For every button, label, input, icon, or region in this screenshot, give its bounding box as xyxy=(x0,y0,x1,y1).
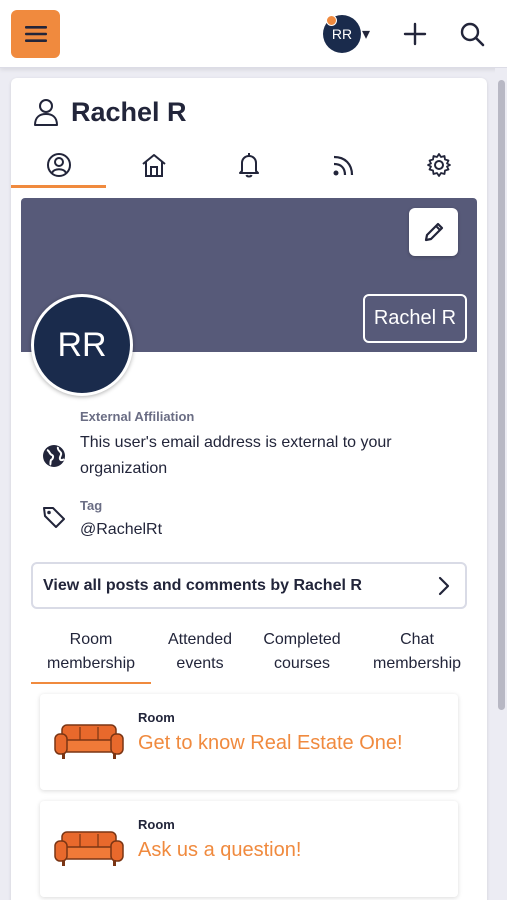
tab-settings[interactable] xyxy=(391,142,486,188)
chevron-right-icon xyxy=(438,576,450,596)
tag-label: Tag xyxy=(80,498,103,513)
gear-icon xyxy=(426,153,451,177)
tab-label-line1: Attended xyxy=(167,631,233,648)
room-kind-label: Room xyxy=(138,817,175,832)
tab-label-line2: membership xyxy=(46,655,136,672)
affiliation-label: External Affiliation xyxy=(80,409,195,424)
tab-attended-events[interactable]: Attended events xyxy=(157,628,243,676)
membership-tabs: Room membership Attended events Complete… xyxy=(11,628,487,684)
user-icon xyxy=(34,99,58,126)
notification-badge xyxy=(326,15,337,26)
tab-notifications[interactable] xyxy=(201,142,296,188)
tab-label-line2: membership xyxy=(372,655,462,672)
sofa-icon xyxy=(54,831,124,866)
scrollbar-thumb[interactable] xyxy=(498,80,505,710)
tab-label-line2: courses xyxy=(273,655,331,672)
tab-feed[interactable] xyxy=(296,142,391,188)
user-circle-icon xyxy=(46,153,71,177)
pencil-icon xyxy=(424,222,443,242)
affiliation-value: This user's email address is external to… xyxy=(80,434,392,477)
room-kind-label: Room xyxy=(138,710,175,725)
tab-chat-membership[interactable]: Chat membership xyxy=(367,628,467,676)
sofa-icon xyxy=(54,724,124,759)
tab-label-line2: events xyxy=(176,655,224,672)
edit-profile-button[interactable] xyxy=(409,208,458,256)
tab-home[interactable] xyxy=(106,142,201,188)
user-avatar-button[interactable]: RR xyxy=(323,15,361,53)
menu-button[interactable] xyxy=(11,10,60,58)
globe-icon xyxy=(43,445,65,467)
profile-card: Rachel R Rachel R RR External Affiliatio… xyxy=(11,78,487,900)
bell-icon xyxy=(238,153,259,178)
room-card[interactable]: Room Ask us a question! xyxy=(40,801,458,897)
room-name-link[interactable]: Get to know Real Estate One! xyxy=(138,732,403,755)
tab-label-line1: Chat xyxy=(400,631,434,648)
top-bar: RR ▾ xyxy=(0,0,507,68)
feed-icon xyxy=(333,155,353,176)
profile-header: Rachel R xyxy=(33,96,187,128)
home-icon xyxy=(141,154,166,177)
tab-room-membership[interactable]: Room membership xyxy=(31,628,151,684)
profile-avatar: RR xyxy=(31,294,133,396)
view-posts-button[interactable]: View all posts and comments by Rachel R xyxy=(31,562,467,609)
chevron-down-icon[interactable]: ▾ xyxy=(362,24,370,44)
room-card[interactable]: Room Get to know Real Estate One! xyxy=(40,694,458,790)
tab-profile[interactable] xyxy=(11,142,106,188)
tab-label-line1: Completed xyxy=(263,631,341,648)
tag-icon xyxy=(43,507,65,528)
search-icon[interactable] xyxy=(458,20,486,48)
page-title: Rachel R xyxy=(71,96,187,127)
hamburger-icon xyxy=(24,26,47,42)
plus-icon[interactable] xyxy=(401,20,429,48)
tag-value: @RachelRt xyxy=(80,521,163,538)
avatar-initials: RR xyxy=(331,26,353,42)
view-posts-label: View all posts and comments by Rachel R xyxy=(43,576,362,594)
room-name-link[interactable]: Ask us a question! xyxy=(138,839,301,862)
banner-name-chip: Rachel R xyxy=(363,294,467,343)
tab-completed-courses[interactable]: Completed courses xyxy=(255,628,349,676)
profile-tabs xyxy=(11,142,487,188)
tab-label-line1: Room xyxy=(69,631,113,648)
